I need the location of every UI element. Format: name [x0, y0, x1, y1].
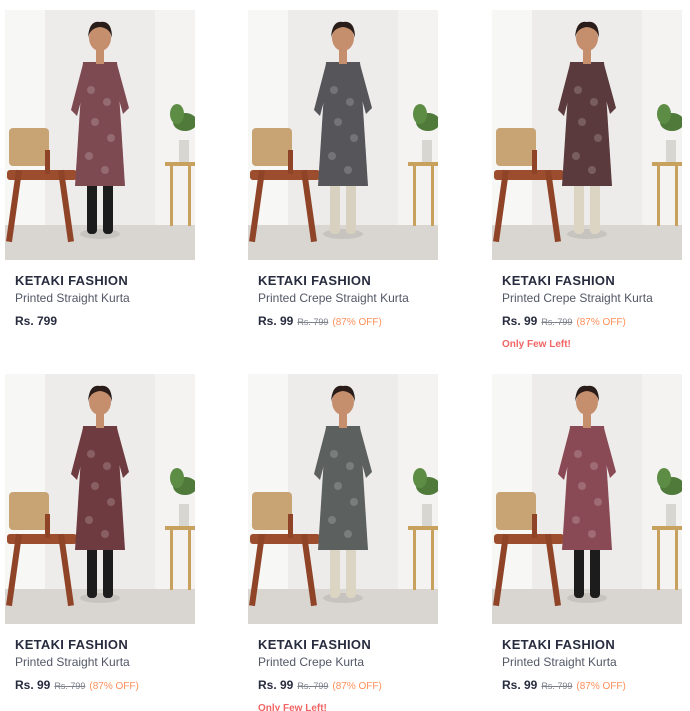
product-brand: KETAKI FASHION	[502, 637, 616, 652]
price-row: Rs. 99 Rs. 799 (87% OFF)	[258, 314, 382, 328]
product-image[interactable]	[492, 374, 682, 624]
product-discount: (87% OFF)	[89, 681, 139, 692]
product-brand: KETAKI FASHION	[258, 273, 372, 288]
product-mrp: Rs. 799	[297, 681, 329, 691]
product-mrp: Rs. 799	[54, 681, 86, 691]
product-discount: (87% OFF)	[576, 317, 626, 328]
product-image[interactable]	[492, 10, 682, 260]
product-brand: KETAKI FASHION	[15, 637, 129, 652]
stock-badge: Only Few Left!	[502, 339, 571, 350]
product-mrp: Rs. 799	[541, 317, 573, 327]
product-price: Rs. 99	[15, 678, 51, 692]
product-price: Rs. 99	[502, 314, 538, 328]
product-grid: KETAKI FASHION Printed Straight Kurta Rs…	[0, 0, 690, 711]
product-image[interactable]	[248, 374, 438, 624]
product-brand: KETAKI FASHION	[502, 273, 616, 288]
product-discount: (87% OFF)	[332, 317, 382, 328]
product-price: Rs. 99	[258, 314, 294, 328]
product-mrp: Rs. 799	[297, 317, 329, 327]
product-discount: (87% OFF)	[576, 681, 626, 692]
price-row: Rs. 799	[15, 314, 65, 328]
product-title: Printed Crepe Straight Kurta	[502, 291, 653, 305]
product-image[interactable]	[248, 10, 438, 260]
product-price: Rs. 799	[15, 314, 58, 328]
product-discount: (87% OFF)	[332, 681, 382, 692]
product-mrp: Rs. 799	[541, 681, 573, 691]
price-row: Rs. 99 Rs. 799 (87% OFF)	[15, 678, 139, 692]
product-image[interactable]	[5, 374, 195, 624]
product-title: Printed Crepe Straight Kurta	[258, 291, 409, 305]
product-image[interactable]	[5, 10, 195, 260]
price-row: Rs. 99 Rs. 799 (87% OFF)	[502, 678, 626, 692]
price-row: Rs. 99 Rs. 799 (87% OFF)	[258, 678, 382, 692]
product-brand: KETAKI FASHION	[15, 273, 129, 288]
product-price: Rs. 99	[258, 678, 294, 692]
product-brand: KETAKI FASHION	[258, 637, 372, 652]
product-title: Printed Straight Kurta	[502, 655, 617, 669]
product-title: Printed Straight Kurta	[15, 655, 130, 669]
price-row: Rs. 99 Rs. 799 (87% OFF)	[502, 314, 626, 328]
product-title: Printed Crepe Kurta	[258, 655, 365, 669]
product-price: Rs. 99	[502, 678, 538, 692]
stock-badge: Only Few Left!	[258, 703, 327, 711]
product-title: Printed Straight Kurta	[15, 291, 130, 305]
